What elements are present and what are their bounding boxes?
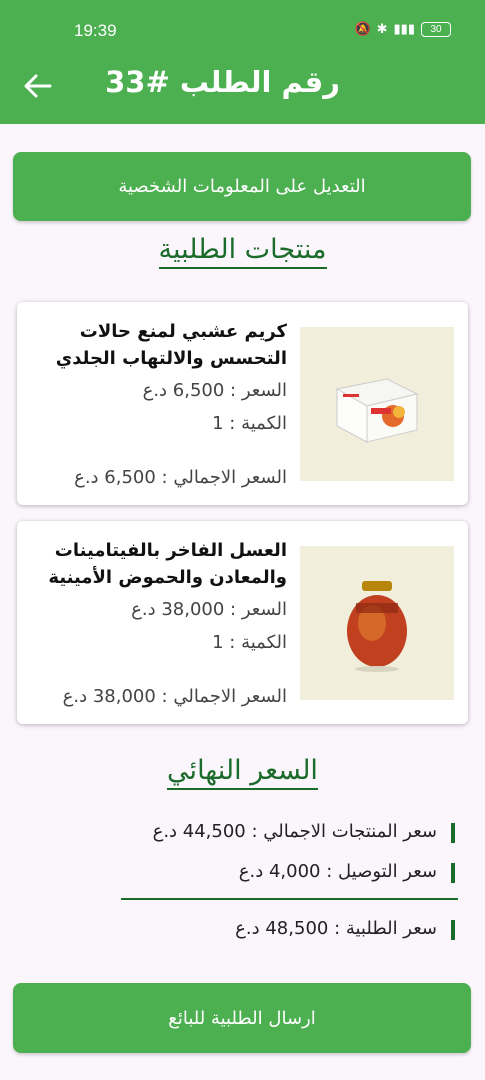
product-price: السعر : 6,500 د.ع (142, 380, 287, 401)
product-image (300, 546, 454, 700)
product-name: العسل الفاخر بالفيتامينات والمعادن والحم… (48, 540, 287, 588)
app-bar: 19:39 🔕 ✱ ▮▮▮ 30 رقم الطلب #33 (0, 0, 485, 124)
product-total: السعر الاجمالي : 6,500 د.ع (74, 467, 287, 488)
products-total-text: سعر المنتجات الاجمالي : 44,500 د.ع (152, 821, 437, 842)
mute-icon: 🔕 (354, 22, 371, 37)
final-price-section-title: السعر النهائي (0, 755, 485, 790)
summary-bullet (451, 920, 455, 940)
products-section-title-text: منتجات الطلبية (158, 234, 327, 269)
summary-divider (121, 898, 458, 900)
send-order-button[interactable]: ارسال الطلبية للبائع (13, 983, 471, 1053)
product-total: السعر الاجمالي : 38,000 د.ع (62, 686, 287, 707)
battery-icon: 30 (421, 22, 451, 37)
order-total-text: سعر الطلبية : 48,500 د.ع (235, 918, 437, 939)
honey-jar-icon (347, 581, 407, 672)
summary-bullet (451, 863, 455, 883)
product-price: السعر : 38,000 د.ع (131, 599, 287, 620)
product-name: كريم عشبي لمنع حالات التحسس والالتهاب ال… (55, 321, 287, 369)
final-price-section-title-text: السعر النهائي (167, 755, 318, 790)
product-card[interactable]: كريم عشبي لمنع حالات التحسس والالتهاب ال… (17, 302, 468, 505)
cream-box-icon (335, 378, 419, 443)
product-quantity: الكمية : 1 (212, 413, 287, 434)
status-bar: 19:39 🔕 ✱ ▮▮▮ 30 (0, 0, 485, 60)
summary-bullet (451, 823, 455, 843)
edit-personal-info-button[interactable]: التعديل على المعلومات الشخصية (13, 152, 471, 221)
products-section-title: منتجات الطلبية (0, 234, 485, 269)
signal-icon: ▮▮▮ (393, 22, 415, 37)
status-time: 19:39 (74, 21, 117, 40)
product-quantity: الكمية : 1 (212, 632, 287, 653)
arrow-left-icon[interactable] (22, 70, 54, 102)
page-title: رقم الطلب #33 (105, 65, 340, 99)
status-icons: 🔕 ✱ ▮▮▮ 30 (354, 22, 451, 37)
product-card[interactable]: العسل الفاخر بالفيتامينات والمعادن والحم… (17, 521, 468, 724)
bluetooth-icon: ✱ (376, 22, 388, 37)
delivery-text: سعر التوصيل : 4,000 د.ع (238, 861, 437, 882)
product-image (300, 327, 454, 481)
